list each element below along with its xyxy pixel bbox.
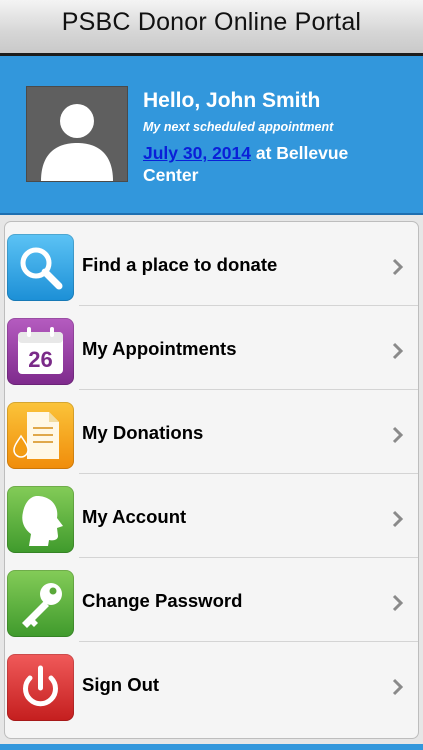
bottom-bar bbox=[0, 744, 423, 750]
main-menu: Find a place to donate 26 My Appointment… bbox=[4, 221, 419, 739]
menu-item-donations[interactable]: My Donations bbox=[5, 390, 418, 474]
menu-item-label: Sign Out bbox=[82, 674, 160, 695]
appointment-date-link[interactable]: July 30, 2014 bbox=[143, 143, 251, 163]
menu-item-change-password[interactable]: Change Password bbox=[5, 558, 418, 642]
chevron-right-icon bbox=[392, 510, 404, 528]
document-drop-icon bbox=[7, 402, 74, 469]
menu-item-sign-out[interactable]: Sign Out bbox=[5, 642, 418, 726]
menu-item-label: My Donations bbox=[82, 422, 204, 443]
menu-item-label: My Appointments bbox=[82, 338, 237, 359]
greeting: Hello, John Smith bbox=[143, 89, 321, 112]
menu-item-appointments[interactable]: 26 My Appointments bbox=[5, 306, 418, 390]
person-silhouette-icon bbox=[41, 104, 113, 181]
menu-item-find-place[interactable]: Find a place to donate bbox=[5, 222, 418, 306]
title-bar: PSBC Donor Online Portal bbox=[0, 0, 423, 56]
chevron-right-icon bbox=[392, 426, 404, 444]
key-icon bbox=[7, 570, 74, 637]
next-appointment-caption: My next scheduled appointment bbox=[143, 120, 334, 134]
avatar bbox=[26, 86, 128, 182]
svg-text:26: 26 bbox=[28, 347, 52, 372]
menu-item-account[interactable]: My Account bbox=[5, 474, 418, 558]
search-icon bbox=[7, 234, 74, 301]
menu-item-label: Find a place to donate bbox=[82, 254, 278, 275]
head-profile-icon bbox=[7, 486, 74, 553]
appointment-info: July 30, 2014 at Bellevue Center bbox=[143, 142, 403, 186]
profile-banner: Hello, John Smith My next scheduled appo… bbox=[0, 56, 423, 215]
menu-item-label: Change Password bbox=[82, 590, 243, 611]
chevron-right-icon bbox=[392, 258, 404, 276]
power-icon bbox=[7, 654, 74, 721]
menu-item-label: My Account bbox=[82, 506, 187, 527]
chevron-right-icon bbox=[392, 594, 404, 612]
calendar-icon: 26 bbox=[7, 318, 74, 385]
page-title: PSBC Donor Online Portal bbox=[61, 8, 362, 36]
chevron-right-icon bbox=[392, 342, 404, 360]
chevron-right-icon bbox=[392, 678, 404, 696]
